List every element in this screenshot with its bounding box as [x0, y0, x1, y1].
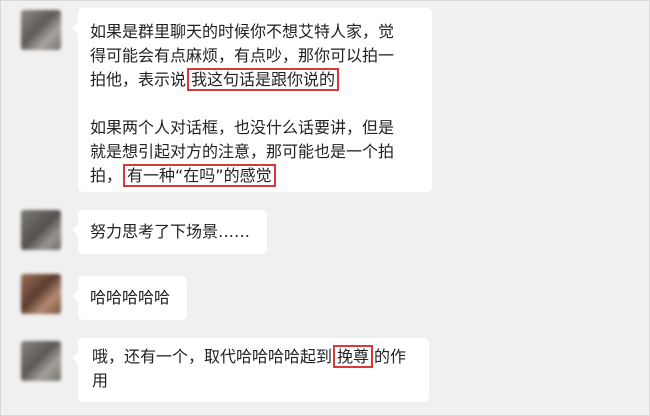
message-paragraph: 如果两个人对话框，也没什么话要讲，但是 就是想引起对方的注意，那可能也是一个拍 … [90, 116, 418, 188]
message-text: 拍， [90, 166, 123, 185]
message-text: 哦，还有一个，取代哈哈哈哈起到 [92, 347, 333, 366]
message-line: 拍他，表示说 我这句话是跟你说的 [90, 68, 418, 92]
message-bubble[interactable]: 哦，还有一个，取代哈哈哈哈起到 挽尊 的作 用 [72, 338, 429, 402]
message-line: 用 [92, 371, 109, 390]
avatar[interactable] [21, 274, 61, 314]
message-line: 如果两个人对话框，也没什么话要讲，但是 [90, 118, 395, 137]
message-line: 拍， 有一种“在吗”的感觉 [90, 164, 418, 188]
message-line: 如果是群里聊天的时候你不想艾特人家，觉 [90, 22, 395, 41]
message-bubble[interactable]: 努力思考了下场景…… [72, 210, 267, 254]
message-text: 的作 [374, 347, 407, 366]
message-line: 得可能会有点麻烦，有点吵，那你可以拍一 [90, 46, 395, 65]
message-text: 努力思考了下场景…… [90, 222, 251, 241]
avatar[interactable] [21, 210, 61, 250]
message-bubble[interactable]: 哈哈哈哈哈 [72, 276, 187, 320]
message-paragraph: 如果是群里聊天的时候你不想艾特人家，觉 得可能会有点麻烦，有点吵，那你可以拍一 … [90, 20, 418, 92]
highlighted-phrase: 我这句话是跟你说的 [187, 68, 340, 91]
avatar[interactable] [21, 341, 61, 381]
message-line: 就是想引起对方的注意，那可能也是一个拍 [90, 142, 395, 161]
message-text: 哈哈哈哈哈 [90, 288, 171, 307]
avatar[interactable] [21, 10, 61, 50]
message-text: 拍他，表示说 [90, 70, 187, 89]
highlighted-phrase: 挽尊 [333, 345, 374, 368]
message-bubble[interactable]: 如果是群里聊天的时候你不想艾特人家，觉 得可能会有点麻烦，有点吵，那你可以拍一 … [72, 8, 432, 192]
message-line: 哦，还有一个，取代哈哈哈哈起到 挽尊 的作 [92, 345, 417, 369]
highlighted-phrase: 有一种“在吗”的感觉 [123, 164, 276, 187]
